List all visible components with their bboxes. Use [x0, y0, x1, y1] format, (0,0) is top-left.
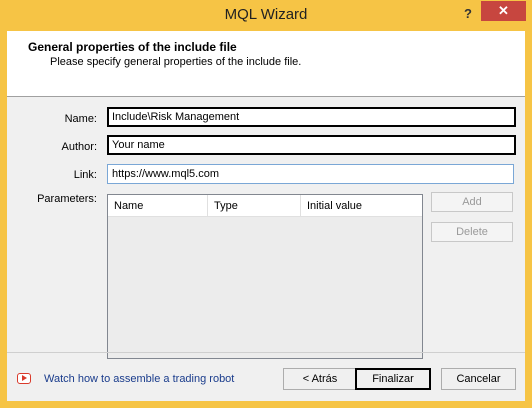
finish-button[interactable]: Finalizar — [355, 368, 431, 390]
cancel-button[interactable]: Cancelar — [441, 368, 516, 390]
window-title: MQL Wizard — [224, 6, 308, 23]
link-field[interactable]: https://www.mql5.com — [107, 164, 514, 184]
column-header-type[interactable]: Type — [208, 195, 301, 217]
name-label: Name: — [64, 113, 97, 125]
footer-divider — [7, 352, 525, 353]
author-field[interactable]: Your name — [107, 135, 516, 155]
title-bar[interactable]: MQL Wizard ? ✕ — [0, 0, 532, 31]
parameters-label: Parameters: — [37, 193, 97, 205]
back-button[interactable]: < Atrás — [283, 368, 357, 390]
column-header-initial-value[interactable]: Initial value — [301, 195, 422, 217]
mql-wizard-window: MQL Wizard ? ✕ General properties of the… — [0, 0, 532, 408]
youtube-play-icon — [17, 373, 31, 384]
author-label: Author: — [61, 141, 97, 153]
name-field[interactable]: Include\Risk Management — [107, 107, 516, 127]
help-button[interactable]: ? — [461, 6, 475, 22]
delete-parameter-button[interactable]: Delete — [431, 222, 513, 242]
page-subtitle: Please specify general properties of the… — [50, 56, 302, 68]
page-title: General properties of the include file — [28, 40, 237, 54]
wizard-header: General properties of the include file P… — [7, 31, 525, 97]
dialog-client-area: General properties of the include file P… — [7, 31, 525, 401]
parameters-table-header: Name Type Initial value — [108, 195, 422, 217]
video-link-text[interactable]: Watch how to assemble a trading robot — [44, 373, 234, 385]
parameters-table[interactable]: Name Type Initial value — [107, 194, 423, 359]
close-button[interactable]: ✕ — [481, 1, 526, 21]
link-label: Link: — [73, 169, 97, 181]
add-parameter-button[interactable]: Add — [431, 192, 513, 212]
column-header-name[interactable]: Name — [108, 195, 208, 217]
